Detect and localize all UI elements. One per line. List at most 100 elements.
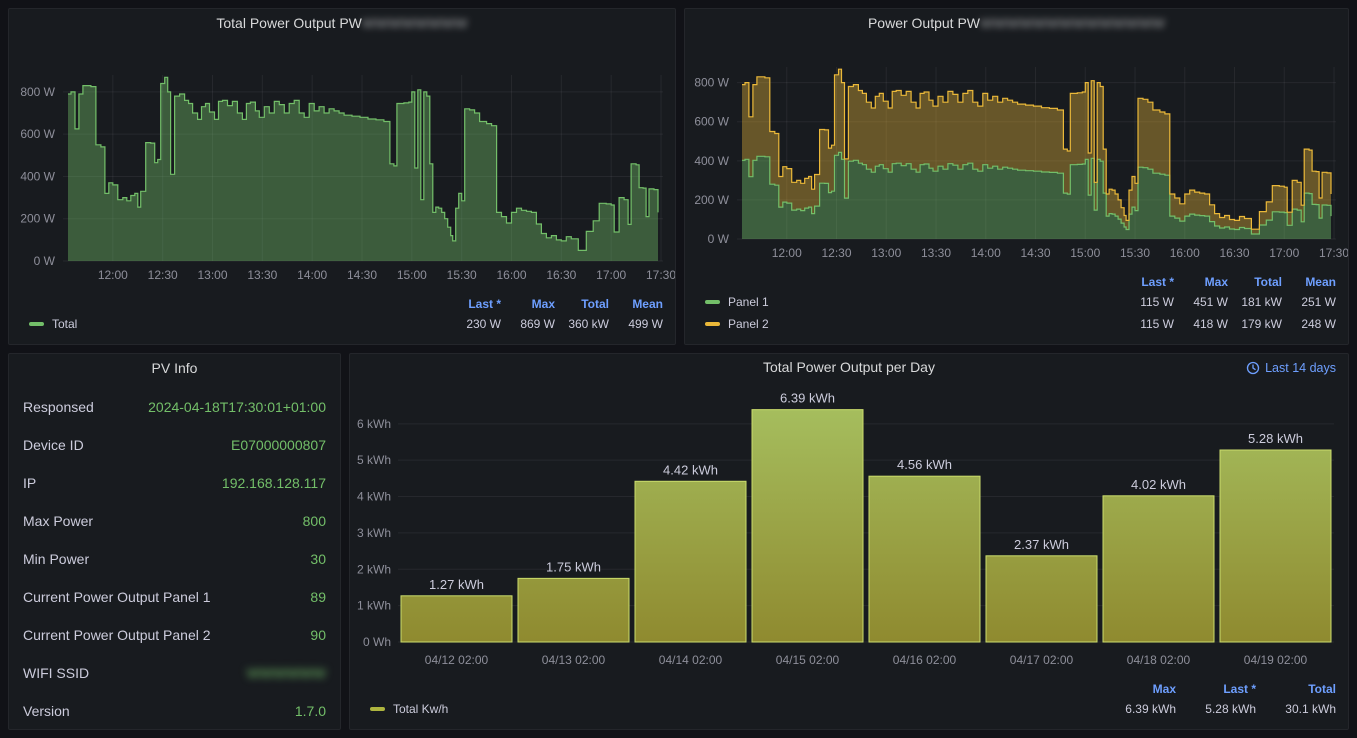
legend-stat-value: 30.1 kWh [1256, 702, 1336, 716]
svg-text:12:00: 12:00 [772, 246, 802, 260]
panel-title-redacted-text: WWWWWWWW [362, 15, 468, 31]
svg-text:04/16 02:00: 04/16 02:00 [893, 653, 957, 667]
per-day-title[interactable]: Total Power Output per Day [350, 354, 1348, 380]
legend-series-label[interactable]: Panel 2 [728, 317, 769, 331]
panel-power-per-day: Total Power Output per Day Last 14 days … [349, 353, 1349, 730]
svg-text:400 W: 400 W [694, 154, 729, 168]
legend-series-row: Panel 2115 W418 W179 kW248 W [695, 313, 1336, 335]
pv-info-row: Responsed 2024-04-18T17:30:01+01:00 [9, 388, 340, 426]
pv-info-value: 1.7.0 [295, 703, 326, 719]
legend-stat-value: 869 W [501, 317, 555, 331]
svg-text:5.28 kWh: 5.28 kWh [1248, 431, 1303, 446]
legend-series-row: Total Kw/h6.39 kWh5.28 kWh30.1 kWh [360, 698, 1336, 720]
legend-header-row: MaxLast *Total [360, 679, 1336, 698]
svg-text:04/18 02:00: 04/18 02:00 [1127, 653, 1191, 667]
pv-info-value: 2024-04-18T17:30:01+01:00 [148, 399, 326, 415]
svg-text:13:00: 13:00 [197, 268, 227, 282]
panel-power-time-series-chart[interactable]: 12:0012:3013:0013:3014:0014:3015:0015:30… [685, 37, 1348, 265]
legend-series-label[interactable]: Total Kw/h [393, 702, 448, 716]
svg-text:17:00: 17:00 [596, 268, 626, 282]
legend-stat-header[interactable]: Total [1256, 682, 1336, 696]
bar-04/17 02:00[interactable] [986, 556, 1097, 642]
legend-stat-header[interactable]: Max [1174, 275, 1228, 289]
pv-info-value: WWWWWW [247, 665, 326, 681]
svg-text:400 W: 400 W [20, 169, 55, 183]
pv-info-label: Current Power Output Panel 1 [23, 589, 211, 605]
bar-04/14 02:00[interactable] [635, 481, 746, 642]
legend-stat-header[interactable]: Total [1228, 275, 1282, 289]
svg-text:4.02 kWh: 4.02 kWh [1131, 477, 1186, 492]
svg-text:15:30: 15:30 [447, 268, 477, 282]
legend-series-row: Total 230 W869 W360 kW499 W [19, 313, 663, 335]
svg-text:13:30: 13:30 [247, 268, 277, 282]
time-range-label: Last 14 days [1265, 361, 1336, 375]
svg-text:14:30: 14:30 [347, 268, 377, 282]
legend-stat-value: 418 W [1174, 317, 1228, 331]
bar-04/13 02:00[interactable] [518, 578, 629, 642]
legend-stat-value: 181 kW [1228, 295, 1282, 309]
pv-info-label: Responsed [23, 399, 94, 415]
pv-info-value: E07000000807 [231, 437, 326, 453]
legend-stat-value: 360 kW [555, 317, 609, 331]
legend-stat-value: 6.39 kWh [1096, 702, 1176, 716]
bar-04/16 02:00[interactable] [869, 476, 980, 642]
legend-stat-value: 499 W [609, 317, 663, 331]
svg-text:17:30: 17:30 [1319, 246, 1348, 260]
legend-stat-header[interactable]: Last * [447, 297, 501, 311]
series-color-swatch [705, 322, 720, 326]
pv-info-title[interactable]: PV Info [9, 354, 340, 382]
clock-icon [1246, 361, 1260, 375]
svg-text:16:00: 16:00 [496, 268, 526, 282]
panel-power-legend: Last *MaxTotalMeanPanel 1115 W451 W181 k… [685, 270, 1348, 335]
legend-stat-header[interactable]: Max [1096, 682, 1176, 696]
svg-text:12:30: 12:30 [821, 246, 851, 260]
legend-stat-header[interactable]: Max [501, 297, 555, 311]
svg-text:600 W: 600 W [694, 115, 729, 129]
legend-stat-value: 230 W [447, 317, 501, 331]
bar-04/15 02:00[interactable] [752, 410, 863, 642]
svg-text:15:00: 15:00 [1070, 246, 1100, 260]
total-power-legend: Last *MaxTotalMeanTotal230 W869 W360 kW4… [9, 292, 675, 335]
svg-text:13:30: 13:30 [921, 246, 951, 260]
pv-info-value: 89 [310, 589, 326, 605]
bar-04/18 02:00[interactable] [1103, 496, 1214, 642]
panel-title-text: Total Power Output per Day [763, 359, 935, 375]
svg-text:200 W: 200 W [20, 212, 55, 226]
legend-stat-header[interactable]: Total [555, 297, 609, 311]
per-day-legend: MaxLast *TotalTotal Kw/h6.39 kWh5.28 kWh… [350, 677, 1348, 720]
panel-total-power: Total Power Output PWWWWWWWWW 12:0012:30… [8, 8, 676, 345]
legend-series-label[interactable]: Panel 1 [728, 295, 769, 309]
pv-info-label: Current Power Output Panel 2 [23, 627, 211, 643]
per-day-bar-chart[interactable]: 0 Wh1 kWh2 kWh3 kWh4 kWh5 kWh6 kWh1.27 k… [350, 380, 1348, 672]
bar-04/19 02:00[interactable] [1220, 450, 1331, 642]
legend-stat-header[interactable]: Mean [1282, 275, 1336, 289]
legend-stat-header[interactable]: Last * [1120, 275, 1174, 289]
svg-text:600 W: 600 W [20, 127, 55, 141]
pv-info-row: WIFI SSID WWWWWW [9, 654, 340, 692]
svg-text:1.75 kWh: 1.75 kWh [546, 559, 601, 574]
pv-info-label: WIFI SSID [23, 665, 89, 681]
svg-text:16:30: 16:30 [1219, 246, 1249, 260]
svg-text:6.39 kWh: 6.39 kWh [780, 391, 835, 406]
panel-title-text: Power Output PW [868, 15, 980, 31]
time-range-picker[interactable]: Last 14 days [1246, 361, 1336, 375]
legend-stat-header[interactable]: Mean [609, 297, 663, 311]
panel-total-power-title[interactable]: Total Power Output PWWWWWWWWW [9, 9, 675, 37]
svg-text:800 W: 800 W [20, 85, 55, 99]
legend-series-label[interactable]: Total [52, 317, 77, 331]
bar-04/12 02:00[interactable] [401, 596, 512, 642]
panel-power-title[interactable]: Power Output PWWWWWWWWWWWWWWW [685, 9, 1348, 37]
svg-text:14:00: 14:00 [297, 268, 327, 282]
legend-stat-header[interactable]: Last * [1176, 682, 1256, 696]
svg-text:13:00: 13:00 [871, 246, 901, 260]
svg-text:0 W: 0 W [34, 254, 56, 268]
legend-stat-value: 451 W [1174, 295, 1228, 309]
svg-text:17:30: 17:30 [646, 268, 675, 282]
panel-title-redacted-text: WWWWWWWWWWWWWW [980, 15, 1165, 31]
svg-text:04/14 02:00: 04/14 02:00 [659, 653, 723, 667]
svg-text:200 W: 200 W [694, 193, 729, 207]
series-color-swatch [29, 322, 44, 326]
total-power-time-series-chart[interactable]: 12:0012:3013:0013:3014:0014:3015:0015:30… [9, 37, 675, 287]
svg-text:3 kWh: 3 kWh [357, 526, 391, 540]
svg-text:0 Wh: 0 Wh [363, 635, 391, 649]
